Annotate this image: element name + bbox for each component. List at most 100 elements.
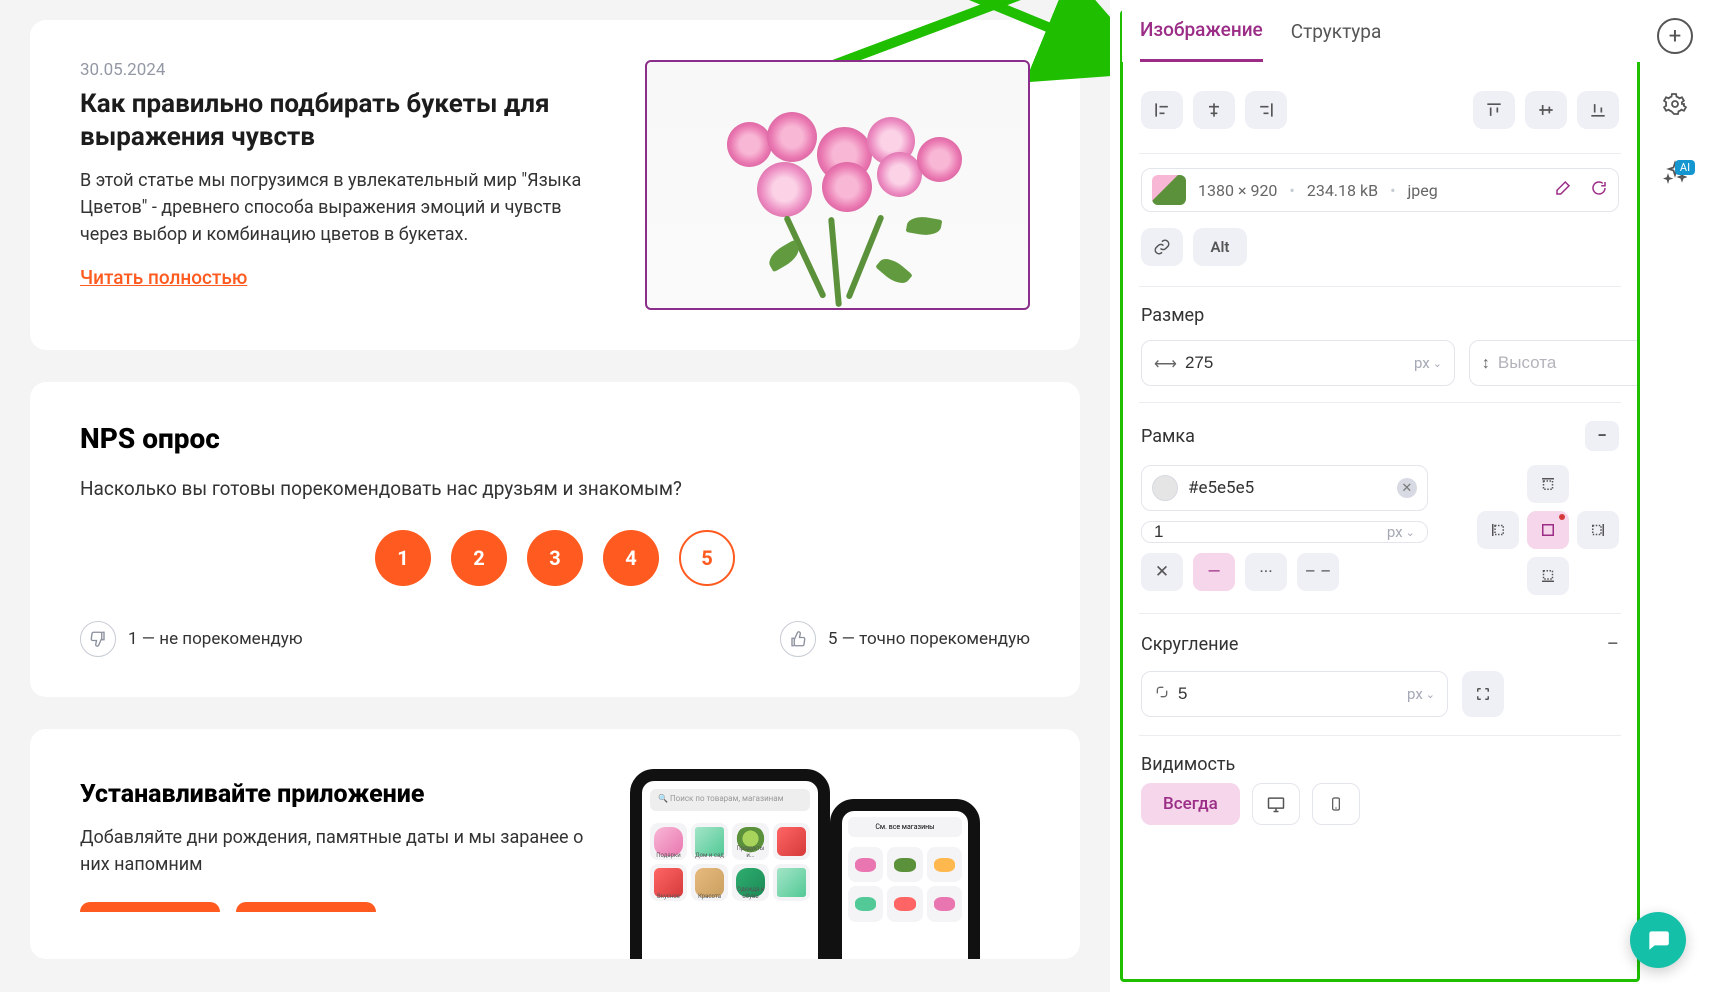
- radius-section-title: Скругление: [1141, 634, 1238, 655]
- radius-unit: px: [1407, 685, 1435, 703]
- add-block-button[interactable]: +: [1657, 18, 1693, 54]
- nps-legend-high-text: 5 — точно порекомендую: [828, 629, 1030, 649]
- tile-home: Дом и сад: [691, 823, 728, 860]
- height-input[interactable]: [1498, 353, 1637, 373]
- height-field[interactable]: ↕ px: [1469, 340, 1637, 386]
- replace-image-icon[interactable]: [1590, 179, 1608, 201]
- article-title: Как правильно подбирать букеты для выраж…: [80, 88, 605, 153]
- article-block[interactable]: 30.05.2024 Как правильно подбирать букет…: [30, 20, 1080, 350]
- valign-top-button[interactable]: [1473, 91, 1515, 129]
- border-style-row: ✕ ― ··· – –: [1141, 553, 1428, 591]
- border-color-clear[interactable]: ✕: [1397, 478, 1417, 498]
- border-left[interactable]: [1477, 511, 1519, 549]
- right-rail: + AI: [1640, 0, 1710, 992]
- width-field[interactable]: ⟷ px: [1141, 340, 1455, 386]
- visibility-always[interactable]: Всегда: [1141, 783, 1240, 825]
- nps-option-1[interactable]: 1: [375, 530, 431, 586]
- width-unit[interactable]: px: [1414, 354, 1442, 372]
- nps-title: NPS опрос: [80, 422, 1030, 455]
- border-style-dashed[interactable]: – –: [1297, 553, 1339, 591]
- chat-widget-button[interactable]: [1630, 912, 1686, 968]
- radius-row: px: [1141, 671, 1619, 717]
- image-extra-buttons: Alt: [1141, 228, 1619, 266]
- image-link-button[interactable]: [1141, 228, 1183, 266]
- border-style-none[interactable]: ✕: [1141, 553, 1183, 591]
- border-sides-grid: [1442, 465, 1619, 595]
- thumbs-up-icon: [780, 621, 816, 657]
- border-style-dotted[interactable]: ···: [1245, 553, 1287, 591]
- visibility-mobile[interactable]: [1312, 783, 1360, 825]
- article-image-selected[interactable]: [645, 60, 1030, 310]
- radius-input[interactable]: [1178, 684, 1399, 704]
- nps-legend-high: 5 — точно порекомендую: [780, 621, 1030, 657]
- visibility-row: Всегда: [1141, 783, 1619, 825]
- install-description: Добавляйте дни рождения, памятные даты и…: [80, 824, 590, 878]
- tab-structure[interactable]: Структура: [1291, 2, 1382, 61]
- article-date: 30.05.2024: [80, 60, 605, 80]
- border-width-field[interactable]: px: [1141, 521, 1428, 543]
- install-title: Устанавливайте приложение: [80, 779, 590, 810]
- tile-food: Продукты и...: [732, 823, 769, 860]
- valign-middle-button[interactable]: [1525, 91, 1567, 129]
- tile-tasty: Вкусное: [650, 864, 687, 901]
- ai-badge: AI: [1675, 160, 1695, 175]
- valign-bottom-button[interactable]: [1577, 91, 1619, 129]
- border-right[interactable]: [1577, 511, 1619, 549]
- tab-image[interactable]: Изображение: [1140, 0, 1263, 62]
- alignment-row: [1141, 91, 1619, 129]
- image-thumbnail: [1152, 175, 1186, 205]
- border-section-title: Рамка: [1141, 426, 1195, 447]
- width-icon: ⟷: [1154, 354, 1177, 373]
- border-color-value: #e5e5e5: [1188, 478, 1387, 498]
- tile-gifts: Подарки: [650, 823, 687, 860]
- visibility-desktop[interactable]: [1252, 783, 1300, 825]
- border-collapse-button[interactable]: −: [1585, 421, 1619, 451]
- align-center-button[interactable]: [1193, 91, 1235, 129]
- read-more-link[interactable]: Читать полностью: [80, 266, 247, 289]
- align-left-button[interactable]: [1141, 91, 1183, 129]
- border-bottom[interactable]: [1527, 557, 1569, 595]
- ai-magic-button[interactable]: AI: [1657, 154, 1693, 190]
- radius-collapse-button[interactable]: −: [1606, 632, 1619, 657]
- store-all-button: См. все магазины: [848, 817, 962, 837]
- nps-option-2[interactable]: 2: [451, 530, 507, 586]
- border-color-swatch[interactable]: [1152, 475, 1178, 501]
- nps-option-5[interactable]: 5: [679, 530, 735, 586]
- nps-legend: 1 — не порекомендую 5 — точно порекоменд…: [80, 621, 1030, 657]
- border-color-field[interactable]: #e5e5e5 ✕: [1141, 465, 1428, 511]
- nps-option-4[interactable]: 4: [603, 530, 659, 586]
- app-install-block[interactable]: Устанавливайте приложение Добавляйте дни…: [30, 729, 1080, 959]
- tile-misc2: [773, 864, 810, 901]
- width-input[interactable]: [1185, 353, 1406, 373]
- border-all[interactable]: [1527, 511, 1569, 549]
- image-info-box[interactable]: 1380 × 920 • 234.18 kB • jpeg: [1141, 168, 1619, 212]
- radius-independent-button[interactable]: [1462, 671, 1504, 717]
- nps-block[interactable]: NPS опрос Насколько вы готовы порекоменд…: [30, 382, 1080, 697]
- visibility-section-title: Видимость: [1141, 754, 1235, 775]
- border-width-input[interactable]: [1154, 522, 1379, 542]
- article-description: В этой статье мы погрузимся в увлекатель…: [80, 167, 605, 248]
- border-top[interactable]: [1527, 465, 1569, 503]
- image-format: jpeg: [1407, 181, 1437, 200]
- height-icon: ↕: [1482, 353, 1490, 373]
- orange-button-1[interactable]: [80, 902, 220, 912]
- nps-option-3[interactable]: 3: [527, 530, 583, 586]
- image-alt-button[interactable]: Alt: [1193, 228, 1247, 266]
- tile-misc1: [773, 823, 810, 860]
- edit-image-icon[interactable]: [1554, 179, 1572, 201]
- tile-clothes: Одежда и обувь: [732, 864, 769, 901]
- phones-mockup: 🔍 Поиск по товарам, магазинам Подарки До…: [630, 769, 1030, 959]
- align-right-button[interactable]: [1245, 91, 1287, 129]
- border-style-solid[interactable]: ―: [1193, 553, 1235, 591]
- horizontal-align-group: [1141, 91, 1287, 129]
- orange-button-2[interactable]: [236, 902, 376, 912]
- nps-legend-low: 1 — не порекомендую: [80, 621, 303, 657]
- settings-icon[interactable]: [1657, 86, 1693, 122]
- phone-mockup-small: См. все магазины: [830, 799, 980, 959]
- tile-beauty: Красота: [691, 864, 728, 901]
- inspector-wrapper: Изображение Структура: [1110, 0, 1710, 992]
- email-preview: 30.05.2024 Как правильно подбирать букет…: [0, 0, 1110, 992]
- image-dimensions: 1380 × 920: [1198, 181, 1277, 200]
- phone-mockup-large: 🔍 Поиск по товарам, магазинам Подарки До…: [630, 769, 830, 959]
- radius-field[interactable]: px: [1141, 671, 1448, 717]
